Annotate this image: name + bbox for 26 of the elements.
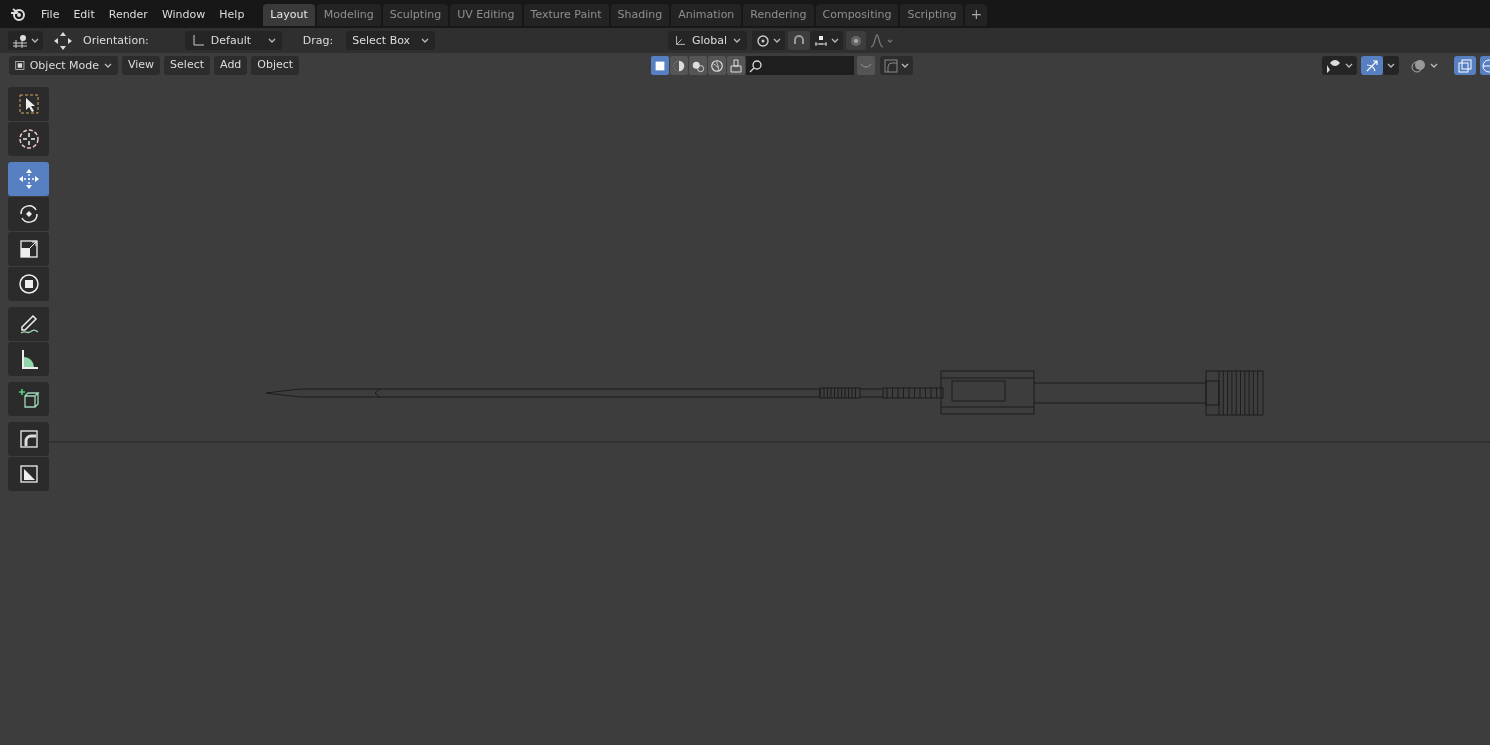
menu-item[interactable]: Help [212,4,252,24]
menu-item[interactable]: Render [101,4,155,24]
workspace-tab[interactable]: Scripting [900,4,964,26]
viewport-menu[interactable]: Object [251,56,300,75]
menu-item[interactable]: Edit [66,4,102,24]
viewport-menu[interactable]: Add [214,56,248,75]
menu-item[interactable]: File [34,4,67,24]
workspace-tab[interactable]: Rendering [743,4,814,26]
viewport-menu[interactable]: Select [164,56,211,75]
workspace-tab[interactable]: Animation [671,4,742,26]
workspace-tab[interactable]: UV Editing [450,4,522,26]
drag-dropdown[interactable]: Select Box [346,31,436,50]
orientation-dropdown[interactable]: Default [184,31,282,50]
transform-orientation-dropdown[interactable]: Global [668,31,747,50]
workspace-tab[interactable]: Modeling [316,4,381,26]
orientation-label: Orientation: [83,34,149,47]
menu-item[interactable]: Window [154,4,213,24]
workspace-tab[interactable]: Shading [610,4,670,26]
workspace-tab[interactable]: Layout [263,4,315,26]
drag-label: Drag: [302,34,334,47]
workspace-tab[interactable]: Texture Paint [523,4,609,26]
mode-dropdown[interactable]: Object Mode [9,56,118,75]
workspace-tab[interactable]: Compositing [815,4,899,26]
workspace-tab[interactable]: Sculpting [382,4,449,26]
viewport-menu[interactable]: View [122,56,161,75]
add-workspace-button[interactable]: + [965,4,988,26]
